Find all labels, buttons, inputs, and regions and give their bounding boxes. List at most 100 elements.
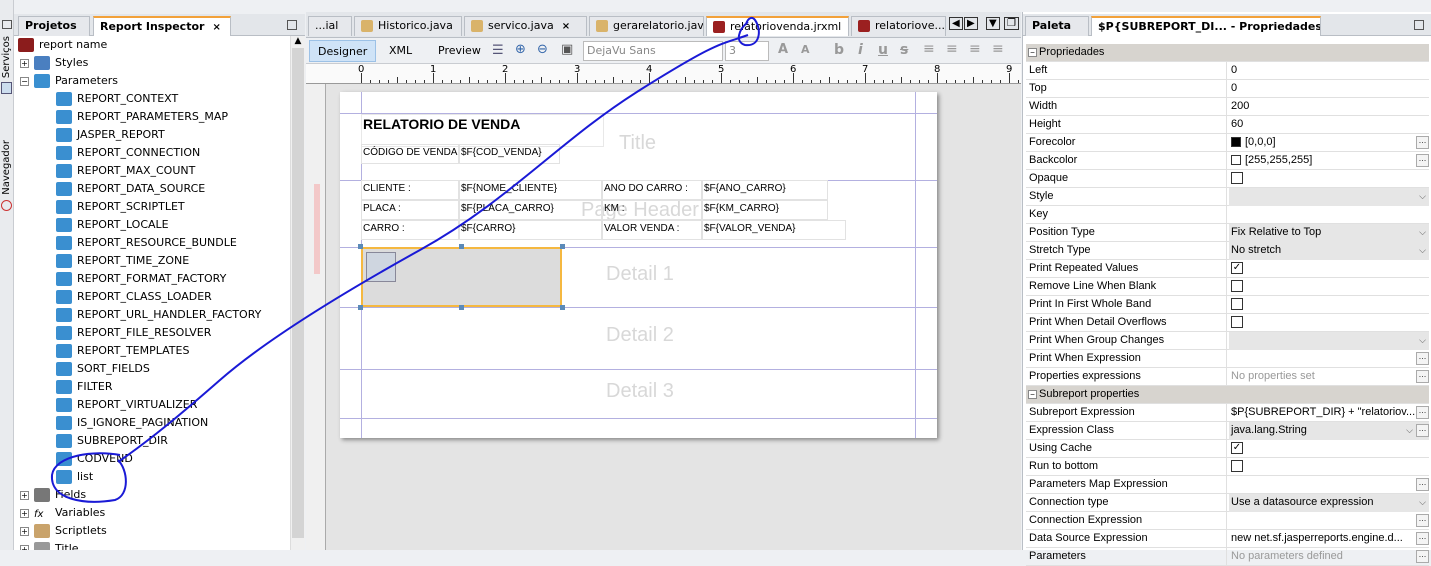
placa-label[interactable]: PLACA : (361, 200, 459, 220)
property-value[interactable] (1229, 314, 1429, 332)
chevron-down-icon[interactable]: ⌵ (1406, 422, 1413, 439)
tree-scrollbar[interactable]: ▲ (290, 36, 305, 550)
chevron-down-icon[interactable]: ⌵ (1419, 494, 1426, 511)
editor-tab[interactable]: Historico.java × (354, 16, 462, 36)
km-field[interactable]: $F{KM_CARRO} (702, 200, 828, 220)
property-value[interactable]: [255,255,255]… (1229, 152, 1429, 170)
ellipsis-button[interactable]: … (1416, 154, 1429, 167)
placa-field[interactable]: $F{PLACA_CARRO} (459, 200, 602, 220)
property-value[interactable] (1229, 296, 1429, 314)
tree-item[interactable]: − Parameters (20, 72, 118, 90)
resize-handle[interactable] (560, 305, 565, 310)
property-value[interactable]: No parameters defined… (1229, 548, 1429, 566)
align-left-icon[interactable]: ≡ (923, 41, 935, 57)
editor-tab[interactable]: servico.java × (464, 16, 587, 36)
scroll-up-icon[interactable]: ▲ (291, 36, 305, 46)
ano-label[interactable]: ANO DO CARRO : (602, 180, 702, 200)
resize-handle[interactable] (358, 244, 363, 249)
color-swatch[interactable] (1231, 137, 1241, 148)
cliente-label[interactable]: CLIENTE : (361, 180, 459, 200)
property-value[interactable]: 60 (1229, 116, 1429, 134)
valor-field[interactable]: $F{VALOR_VENDA} (702, 220, 846, 240)
tree-item[interactable]: REPORT_CLASS_LOADER (56, 288, 212, 306)
ellipsis-button[interactable]: … (1416, 550, 1429, 563)
designer-view-button[interactable]: Designer (309, 40, 377, 62)
tree-item[interactable]: + Title (20, 540, 79, 550)
color-swatch[interactable] (1231, 155, 1241, 166)
property-value[interactable]: [0,0,0]… (1229, 134, 1429, 152)
ellipsis-button[interactable]: … (1416, 424, 1429, 437)
resize-handle[interactable] (459, 305, 464, 310)
tree-item[interactable]: JASPER_REPORT (56, 126, 165, 144)
font-name-select[interactable]: DejaVu Sans (583, 41, 723, 61)
align-right-icon[interactable]: ≡ (992, 41, 1004, 57)
property-value[interactable]: ✓ (1229, 440, 1429, 458)
scroll-right-icon[interactable]: ▶ (964, 17, 978, 30)
tree-item[interactable]: list (56, 468, 93, 486)
property-value[interactable] (1229, 206, 1429, 224)
close-icon[interactable]: × (562, 21, 570, 32)
tree-item[interactable]: REPORT_DATA_SOURCE (56, 180, 205, 198)
tab-report-inspector[interactable]: Report Inspector × (93, 16, 231, 36)
close-icon[interactable]: × (212, 22, 220, 33)
checkbox-unchecked[interactable] (1231, 280, 1243, 293)
tree-item[interactable]: REPORT_PARAMETERS_MAP (56, 108, 228, 126)
restore-window-icon[interactable]: ❐ (1004, 17, 1019, 30)
codigo-field[interactable]: $F{COD_VENDA} (459, 144, 560, 164)
database-icon[interactable]: ☰ (492, 43, 504, 58)
tree-item[interactable]: REPORT_FILE_RESOLVER (56, 324, 211, 342)
align-justify-icon[interactable]: ≡ (946, 41, 958, 57)
chevron-down-icon[interactable]: ⌵ (1419, 224, 1426, 241)
collapse-icon[interactable]: − (1028, 389, 1037, 399)
font-size-select[interactable]: 3 (725, 41, 769, 61)
chevron-down-icon[interactable]: ⌵ (1419, 188, 1426, 205)
property-value[interactable]: Use a datasource expression ⌵ (1229, 494, 1429, 512)
checkbox-checked[interactable]: ✓ (1231, 262, 1243, 275)
zoom-out-icon[interactable]: ⊖ (537, 42, 548, 57)
property-value[interactable]: No properties set… (1229, 368, 1429, 386)
ellipsis-button[interactable]: … (1416, 370, 1429, 383)
editor-tab[interactable]: ...ial (308, 16, 352, 36)
tree-item[interactable]: REPORT_CONTEXT (56, 90, 178, 108)
ellipsis-button[interactable]: … (1416, 352, 1429, 365)
tree-item[interactable]: REPORT_VIRTUALIZER (56, 396, 197, 414)
property-value[interactable] (1229, 458, 1429, 476)
property-value[interactable]: 0 (1229, 62, 1429, 80)
expander-icon[interactable]: + (20, 508, 29, 518)
property-value[interactable]: java.lang.String ⌵… (1229, 422, 1429, 440)
km-label[interactable]: KM : (602, 200, 702, 220)
property-value[interactable]: … (1229, 350, 1429, 368)
italic-icon[interactable]: i (858, 42, 863, 58)
tree-item[interactable]: + Styles (20, 54, 88, 72)
expander-icon[interactable]: + (20, 490, 29, 500)
format-icon[interactable]: ▣ (561, 42, 573, 57)
editor-tab[interactable]: gerarelatorio.java× (589, 16, 704, 36)
tree-item[interactable]: REPORT_URL_HANDLER_FACTORY (56, 306, 261, 324)
tree-item[interactable]: CODVEND (56, 450, 133, 468)
resize-handle[interactable] (459, 244, 464, 249)
ellipsis-button[interactable]: … (1416, 406, 1429, 419)
property-value[interactable]: new net.sf.jasperreports.engine.d...… (1229, 530, 1429, 548)
expander-icon[interactable]: + (20, 526, 29, 536)
tab-paleta[interactable]: Paleta (1025, 16, 1089, 36)
checkbox-unchecked[interactable] (1231, 172, 1243, 185)
tree-item[interactable]: + Fields (20, 486, 86, 504)
tree-item[interactable]: REPORT_LOCALE (56, 216, 169, 234)
ellipsis-button[interactable]: … (1416, 532, 1429, 545)
tree-item[interactable]: REPORT_CONNECTION (56, 144, 200, 162)
property-value[interactable]: ⌵ (1229, 188, 1429, 206)
checkbox-unchecked[interactable] (1231, 298, 1243, 311)
tree-item[interactable]: REPORT_SCRIPTLET (56, 198, 185, 216)
codigo-label[interactable]: CÓDIGO DE VENDA (361, 144, 459, 164)
ellipsis-button[interactable]: … (1416, 136, 1429, 149)
close-icon[interactable]: × (461, 21, 462, 32)
property-value[interactable]: ⌵ (1229, 332, 1429, 350)
tree-item[interactable]: report name (18, 36, 107, 54)
servicos-tab[interactable]: Serviços (1, 36, 12, 78)
property-value[interactable]: … (1229, 512, 1429, 530)
property-value[interactable]: $P{SUBREPORT_DIR} + "relatoriov...… (1229, 404, 1429, 422)
property-value[interactable]: 0 (1229, 80, 1429, 98)
tree-item[interactable]: REPORT_TEMPLATES (56, 342, 189, 360)
carro-field[interactable]: $F{CARRO} (459, 220, 602, 240)
carro-label[interactable]: CARRO : (361, 220, 459, 240)
